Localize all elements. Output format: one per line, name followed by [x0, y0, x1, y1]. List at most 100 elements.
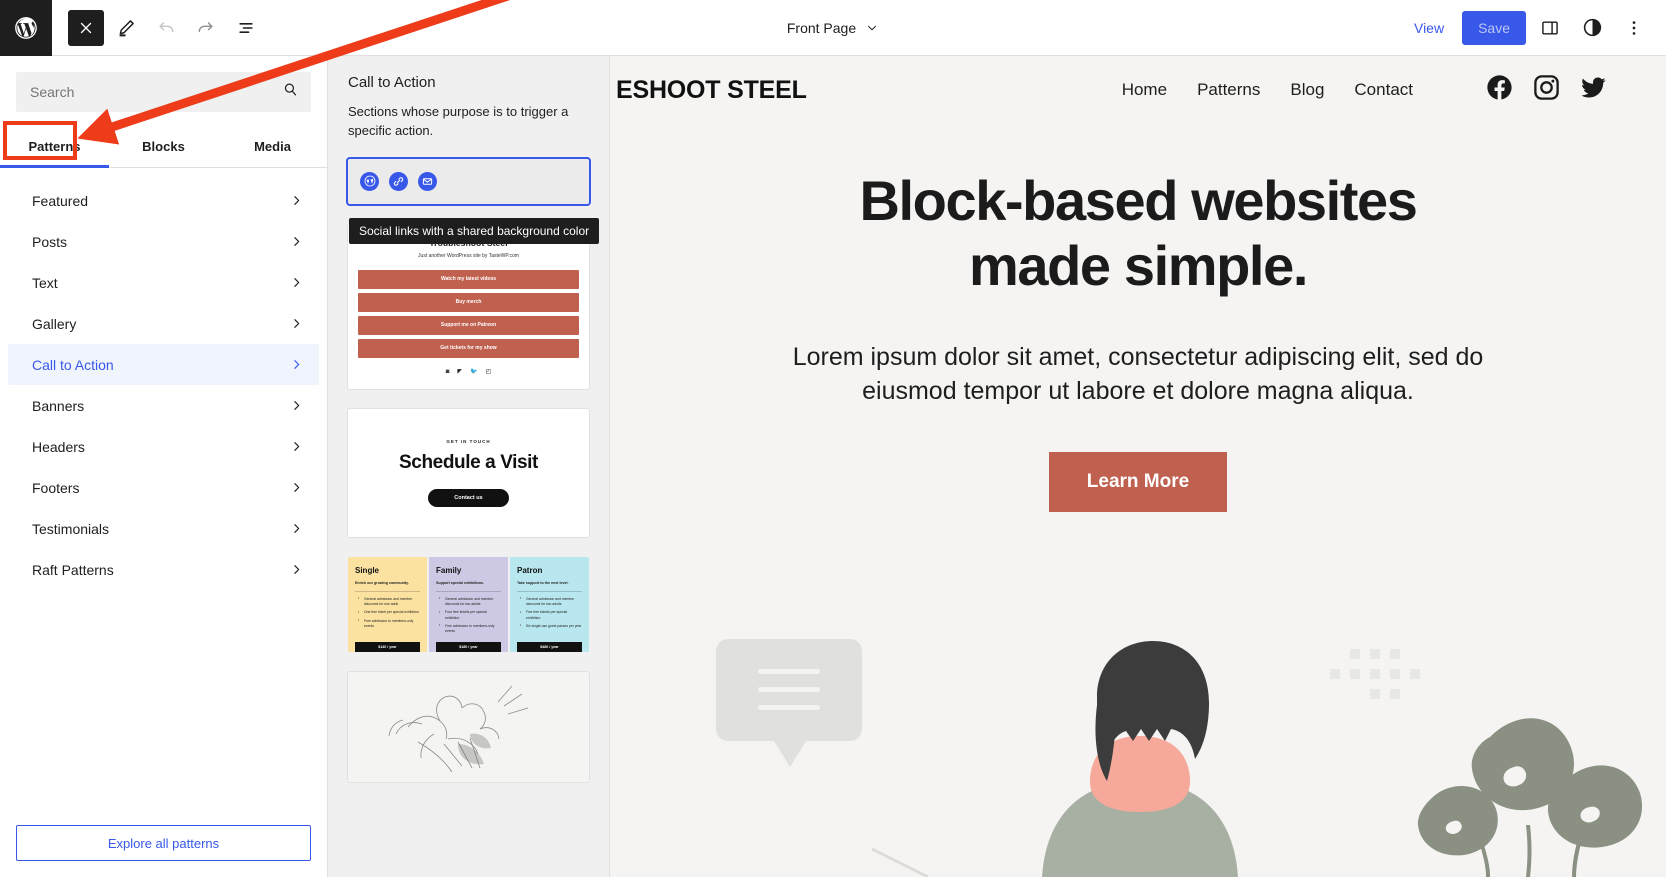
chevron-right-icon [290, 276, 303, 289]
divider [517, 590, 582, 592]
category-label: Text [32, 274, 58, 291]
pattern-card-schedule-visit[interactable]: GET IN TOUCH Schedule a Visit Contact us [348, 408, 589, 537]
site-title[interactable]: ESHOOT STEEL [616, 76, 807, 105]
document-title-dropdown[interactable]: Front Page [779, 14, 887, 42]
chevron-right-icon [290, 194, 303, 207]
link-in-bio-title: Troubleshoot Steel [429, 237, 508, 248]
pricing-column-patron: Patron Take support to the next level. G… [510, 556, 589, 652]
nav-link-blog[interactable]: Blog [1290, 80, 1324, 100]
chevron-right-icon [290, 440, 303, 453]
category-label: Posts [32, 233, 68, 250]
chevron-right-icon [290, 317, 303, 330]
category-label: Gallery [32, 315, 77, 332]
divider [436, 590, 501, 592]
more-options-button[interactable] [1616, 10, 1652, 46]
inserter-sidebar: Patterns Blocks Media Featured Posts Tex… [0, 56, 328, 877]
tab-blocks[interactable]: Blocks [109, 126, 218, 167]
pricing-name: Family [436, 565, 462, 575]
pricing-column-family: Family Support special exhibitions. Gene… [429, 556, 508, 652]
editor-body: Patterns Blocks Media Featured Posts Tex… [0, 56, 1666, 877]
hero-heading-line2: made simple. [968, 233, 1308, 297]
category-item-footers[interactable]: Footers [8, 467, 319, 508]
category-label: Headers [32, 438, 85, 455]
tab-patterns[interactable]: Patterns [0, 126, 109, 168]
hero-learn-more-button[interactable]: Learn More [1048, 452, 1228, 513]
search-input[interactable] [16, 72, 311, 112]
pricing-feature: Five free tickets per special exhibition [520, 610, 582, 621]
facebook-icon[interactable] [1485, 73, 1514, 107]
category-item-raft-patterns[interactable]: Raft Patterns [8, 549, 319, 590]
pattern-card-social-links[interactable] [346, 156, 591, 206]
category-item-call-to-action[interactable]: Call to Action [8, 344, 319, 385]
link-in-bio-button: Watch my latest videos [358, 269, 579, 289]
toolbar-right-actions: View Save [1402, 10, 1666, 46]
pattern-card-botanical[interactable] [348, 671, 589, 782]
hero-illustration [716, 639, 1643, 877]
view-link[interactable]: View [1402, 14, 1456, 42]
tab-media[interactable]: Media [218, 126, 327, 167]
category-item-text[interactable]: Text [8, 262, 319, 303]
nav-link-contact[interactable]: Contact [1354, 80, 1413, 100]
nav-link-patterns[interactable]: Patterns [1197, 80, 1260, 100]
list-view-button[interactable] [228, 10, 264, 46]
site-social-links [1485, 73, 1666, 107]
category-item-headers[interactable]: Headers [8, 426, 319, 467]
save-button[interactable]: Save [1462, 10, 1526, 45]
pattern-preview-panel: Call to Action Sections whose purpose is… [328, 56, 610, 877]
pricing-feature: General admission and member discounts f… [520, 596, 582, 608]
category-item-featured[interactable]: Featured [8, 180, 319, 221]
pricing-feature: One free ticket per special exhibition [358, 610, 420, 616]
search-section [0, 56, 327, 112]
pricing-name: Patron [517, 565, 543, 575]
twitter-icon: 🐦 [470, 368, 478, 375]
explore-all-patterns-button[interactable]: Explore all patterns [16, 825, 311, 861]
document-title-label: Front Page [786, 20, 857, 36]
redo-button[interactable] [188, 10, 224, 46]
category-label: Banners [32, 397, 85, 414]
settings-sidebar-toggle[interactable] [1532, 10, 1568, 46]
pricing-features: General admission and member discounts f… [355, 596, 420, 632]
instagram-icon[interactable] [1532, 73, 1561, 107]
pattern-category-list: Featured Posts Text Gallery Call to Acti… [0, 168, 327, 809]
pricing-feature: Six single-use guest passes per year [520, 623, 582, 629]
pricing-price: $480 / year [517, 641, 582, 652]
link-in-bio-preview: Troubleshoot Steel Just another WordPres… [348, 224, 589, 389]
styles-contrast-button[interactable] [1574, 10, 1610, 46]
pattern-card-link-in-bio[interactable]: Troubleshoot Steel Just another WordPres… [348, 223, 589, 389]
site-navigation: Home Patterns Blog Contact [1122, 73, 1666, 107]
category-item-gallery[interactable]: Gallery [8, 303, 319, 344]
chevron-right-icon [290, 358, 303, 371]
category-label: Call to Action [32, 356, 114, 373]
close-inserter-button[interactable] [68, 9, 104, 46]
undo-button[interactable] [148, 10, 184, 46]
pricing-feature: General admission and member discounts f… [439, 596, 501, 608]
pricing-price: $140 / year [355, 641, 420, 652]
category-item-banners[interactable]: Banners [8, 385, 319, 426]
category-label: Footers [32, 479, 80, 496]
editor-toolbar: Front Page View Save [0, 0, 1666, 56]
instagram-icon: ◙ [445, 368, 450, 375]
pricing-feature: Free admission to members-only events [439, 623, 501, 635]
botanical-preview [348, 671, 589, 782]
schedule-visit-title: Schedule a Visit [399, 451, 538, 473]
category-item-posts[interactable]: Posts [8, 221, 319, 262]
category-label: Raft Patterns [32, 561, 114, 578]
category-item-testimonials[interactable]: Testimonials [8, 508, 319, 549]
wordpress-logo-icon[interactable] [0, 0, 52, 56]
hero-section: Block-based websites made simple. Lorem … [610, 124, 1666, 513]
plant-illustration [1417, 718, 1643, 877]
botanical-line-drawing-icon [388, 685, 529, 772]
category-label: Featured [32, 192, 89, 209]
site-preview-canvas[interactable]: ESHOOT STEEL Home Patterns Blog Contact [610, 56, 1666, 877]
wordpress-icon [360, 171, 379, 191]
nav-link-home[interactable]: Home [1122, 80, 1167, 100]
person-illustration [1042, 641, 1238, 877]
twitter-icon[interactable] [1579, 73, 1608, 107]
pattern-card-pricing[interactable]: Single Enrich our growing community. Gen… [348, 556, 589, 652]
edit-tool-button[interactable] [108, 10, 144, 46]
tumblr-icon: ◰ [485, 368, 492, 375]
link-in-bio-button: Buy merch [358, 292, 579, 312]
chevron-right-icon [290, 399, 303, 412]
social-links-row [348, 158, 589, 204]
pricing-tagline: Enrich our growing community. [355, 580, 409, 585]
